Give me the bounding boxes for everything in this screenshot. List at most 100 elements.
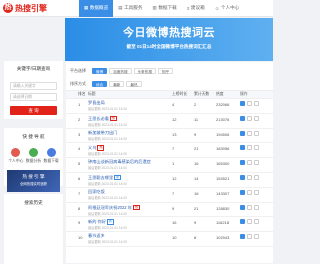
topic-title[interactable]: 阿根廷冠军庆祝2022 年: [88, 204, 132, 210]
duration-cell: 4: [172, 102, 175, 107]
topic-title-link[interactable]: 春节返乡: [88, 233, 172, 239]
view-icon[interactable]: [240, 174, 245, 180]
duration-cell: 12: [172, 116, 177, 122]
chip-weibo[interactable]: 微博: [92, 67, 108, 74]
topic-title[interactable]: 义乌: [88, 145, 96, 150]
main-nav: ▦ 数据概览 ▤ 工具服务 ▥ 数据下载 ≡ 建议箱 ☺ 个人中心: [79, 0, 244, 17]
table-row[interactable]: 1 罗晋出局 最后更新 2023-01-01 14:00 4 2 232066: [66, 99, 273, 114]
topic-title[interactable]: 新加坡带刀出门: [88, 130, 117, 135]
topic-title[interactable]: 回家吃饭: [88, 189, 105, 194]
quick-nav-profile[interactable]: 个人中心: [8, 148, 23, 164]
topic-update-time: 最后更新 2023-01-01 14:00: [88, 226, 127, 231]
title-cell: 新的 你好新 最后更新 2023-01-01 14:00: [88, 217, 172, 230]
tools-icon: ▤: [118, 5, 123, 10]
chip-zhihu[interactable]: 知乎: [157, 67, 174, 74]
days-cell: 21: [194, 205, 199, 211]
nav-item-profile[interactable]: ☺ 个人中心: [210, 0, 245, 17]
edit-icon[interactable]: [247, 219, 252, 225]
chip-sort-overall[interactable]: 综合: [92, 80, 108, 87]
topic-title-link[interactable]: 钟南山谈新冠病毒感染后的后遗症: [88, 159, 172, 165]
delete-icon[interactable]: [254, 160, 259, 166]
nav-item-overview[interactable]: ▦ 数据概览: [79, 0, 114, 17]
delete-icon[interactable]: [254, 234, 259, 240]
delete-icon[interactable]: [254, 145, 259, 151]
delete-icon[interactable]: [254, 174, 259, 180]
filter-label: 平台选择: [70, 67, 86, 73]
edit-icon[interactable]: [247, 204, 252, 210]
filter-label: 排序方式: [70, 80, 86, 86]
topic-title[interactable]: 钟南山谈新冠病毒感染后的后遗症: [88, 159, 151, 164]
chip-sort-latest[interactable]: 最新: [109, 80, 125, 87]
promo-banner[interactable]: 热 搜 引 擎 全网热搜实时追踪 立即使用: [7, 169, 60, 200]
quick-nav-download[interactable]: 数据下载: [44, 148, 59, 164]
table-row[interactable]: 3 新加坡带刀出门 最后更新 2023-01-01 14:00 13 9 194…: [66, 129, 273, 144]
table-row[interactable]: 7 回家吃饭 最后更新 2023-01-01 14:00 7 16 143307: [66, 188, 273, 203]
edit-icon[interactable]: [247, 234, 252, 240]
edit-icon[interactable]: [247, 101, 252, 106]
quick-nav-analysis[interactable]: 数据分析: [26, 148, 41, 164]
nav-item-suggestions[interactable]: ≡ 建议箱: [182, 0, 210, 17]
topic-title[interactable]: 罗晋出局: [88, 100, 105, 105]
duration-cell: 7: [172, 146, 175, 152]
edit-icon[interactable]: [247, 189, 252, 195]
topic-title[interactable]: 王思聪去哪里: [88, 175, 113, 180]
topic-title-link[interactable]: 回家吃饭: [88, 189, 172, 195]
keyword-input[interactable]: 请输入关键字: [10, 82, 57, 90]
topic-title-link[interactable]: 新加坡带刀出门: [88, 130, 172, 136]
table-row[interactable]: 10 春节返乡 最后更新 2023-01-01 14:00 10 8 10294…: [66, 232, 273, 247]
topic-title-link[interactable]: 新的 你好新: [88, 219, 172, 225]
title-cell: 钟南山谈新冠病毒感染后的后遗症 最后更新 2023-01-01 14:00: [88, 158, 172, 170]
view-icon[interactable]: [240, 145, 245, 151]
table-row[interactable]: 9 新的 你好新 最后更新 2023-01-01 14:00 16 9 1162…: [66, 217, 273, 233]
view-icon[interactable]: [240, 234, 245, 240]
topic-title-link[interactable]: 阿根廷冠军庆祝2022 年热: [88, 204, 172, 211]
table-row[interactable]: 8 阿根廷冠军庆祝2022 年热 最后更新 2023-01-01 14:00 9…: [66, 203, 273, 218]
nav-item-download[interactable]: ▥ 数据下载: [147, 0, 181, 17]
delete-icon[interactable]: [254, 115, 259, 121]
topic-title-link[interactable]: 义乌热: [88, 145, 172, 151]
title-cell: 义乌热 最后更新 2023-01-01 14:00: [88, 143, 172, 156]
edit-icon[interactable]: [247, 130, 252, 136]
view-icon[interactable]: [240, 130, 245, 136]
table-row[interactable]: 5 钟南山谈新冠病毒感染后的后遗症 最后更新 2023-01-01 14:00 …: [66, 158, 273, 173]
view-icon[interactable]: [240, 101, 245, 106]
delete-icon[interactable]: [254, 204, 259, 210]
actions-cell: [240, 114, 270, 121]
rank-cell: 1: [78, 102, 81, 107]
rank-cell: 10: [78, 235, 83, 241]
view-icon[interactable]: [240, 160, 245, 166]
topic-title[interactable]: 王思长必看: [88, 116, 109, 121]
quick-nav-card: 快 捷 导 航 个人中心 数据分析 数据下载 热 搜 引 擎 全网热搜实时追踪 …: [4, 128, 63, 200]
edit-icon[interactable]: [247, 174, 252, 180]
chip-baidu[interactable]: 百度热搜: [109, 67, 132, 74]
delete-icon[interactable]: [254, 219, 259, 225]
chip-sort-hottest[interactable]: 最热: [126, 80, 142, 87]
view-icon[interactable]: [240, 115, 245, 121]
nav-label: 工具服务: [124, 5, 143, 10]
topic-title[interactable]: 新的 你好: [88, 219, 106, 224]
delete-icon[interactable]: [254, 130, 259, 136]
table-row[interactable]: 2 王思长必看热 最后更新 2023-01-01 14:00 12 11 213…: [66, 114, 273, 129]
view-icon[interactable]: [240, 204, 245, 210]
chip-toutiao[interactable]: 头条热搜: [133, 67, 156, 74]
topic-title[interactable]: 春节返乡: [88, 233, 105, 238]
view-icon[interactable]: [240, 219, 245, 225]
topic-title-link[interactable]: 王思聪去哪里新: [88, 174, 172, 181]
delete-icon[interactable]: [254, 189, 259, 195]
topic-title-link[interactable]: 罗晋出局: [88, 100, 172, 106]
table-row[interactable]: 6 王思聪去哪里新 最后更新 2023-01-01 14:00 12 14 15…: [66, 173, 273, 188]
date-input[interactable]: 请选择日期: [10, 93, 57, 101]
topic-update-time: 最后更新 2023-01-01 14:00: [88, 211, 127, 216]
delete-icon[interactable]: [254, 101, 259, 106]
rank-cell: 9: [78, 220, 81, 226]
topic-title-link[interactable]: 王思长必看热: [88, 115, 172, 122]
search-button[interactable]: 查 询: [10, 106, 57, 115]
edit-icon[interactable]: [247, 115, 252, 121]
view-icon[interactable]: [240, 189, 245, 195]
nav-item-tools[interactable]: ▤ 工具服务: [113, 0, 147, 17]
edit-icon[interactable]: [247, 145, 252, 151]
logo[interactable]: 热 热搜引擎: [0, 3, 58, 14]
table-row[interactable]: 4 义乌热 最后更新 2023-01-01 14:00 7 21 183056: [66, 143, 273, 159]
edit-icon[interactable]: [247, 160, 252, 166]
days-cell: 16: [194, 161, 199, 167]
